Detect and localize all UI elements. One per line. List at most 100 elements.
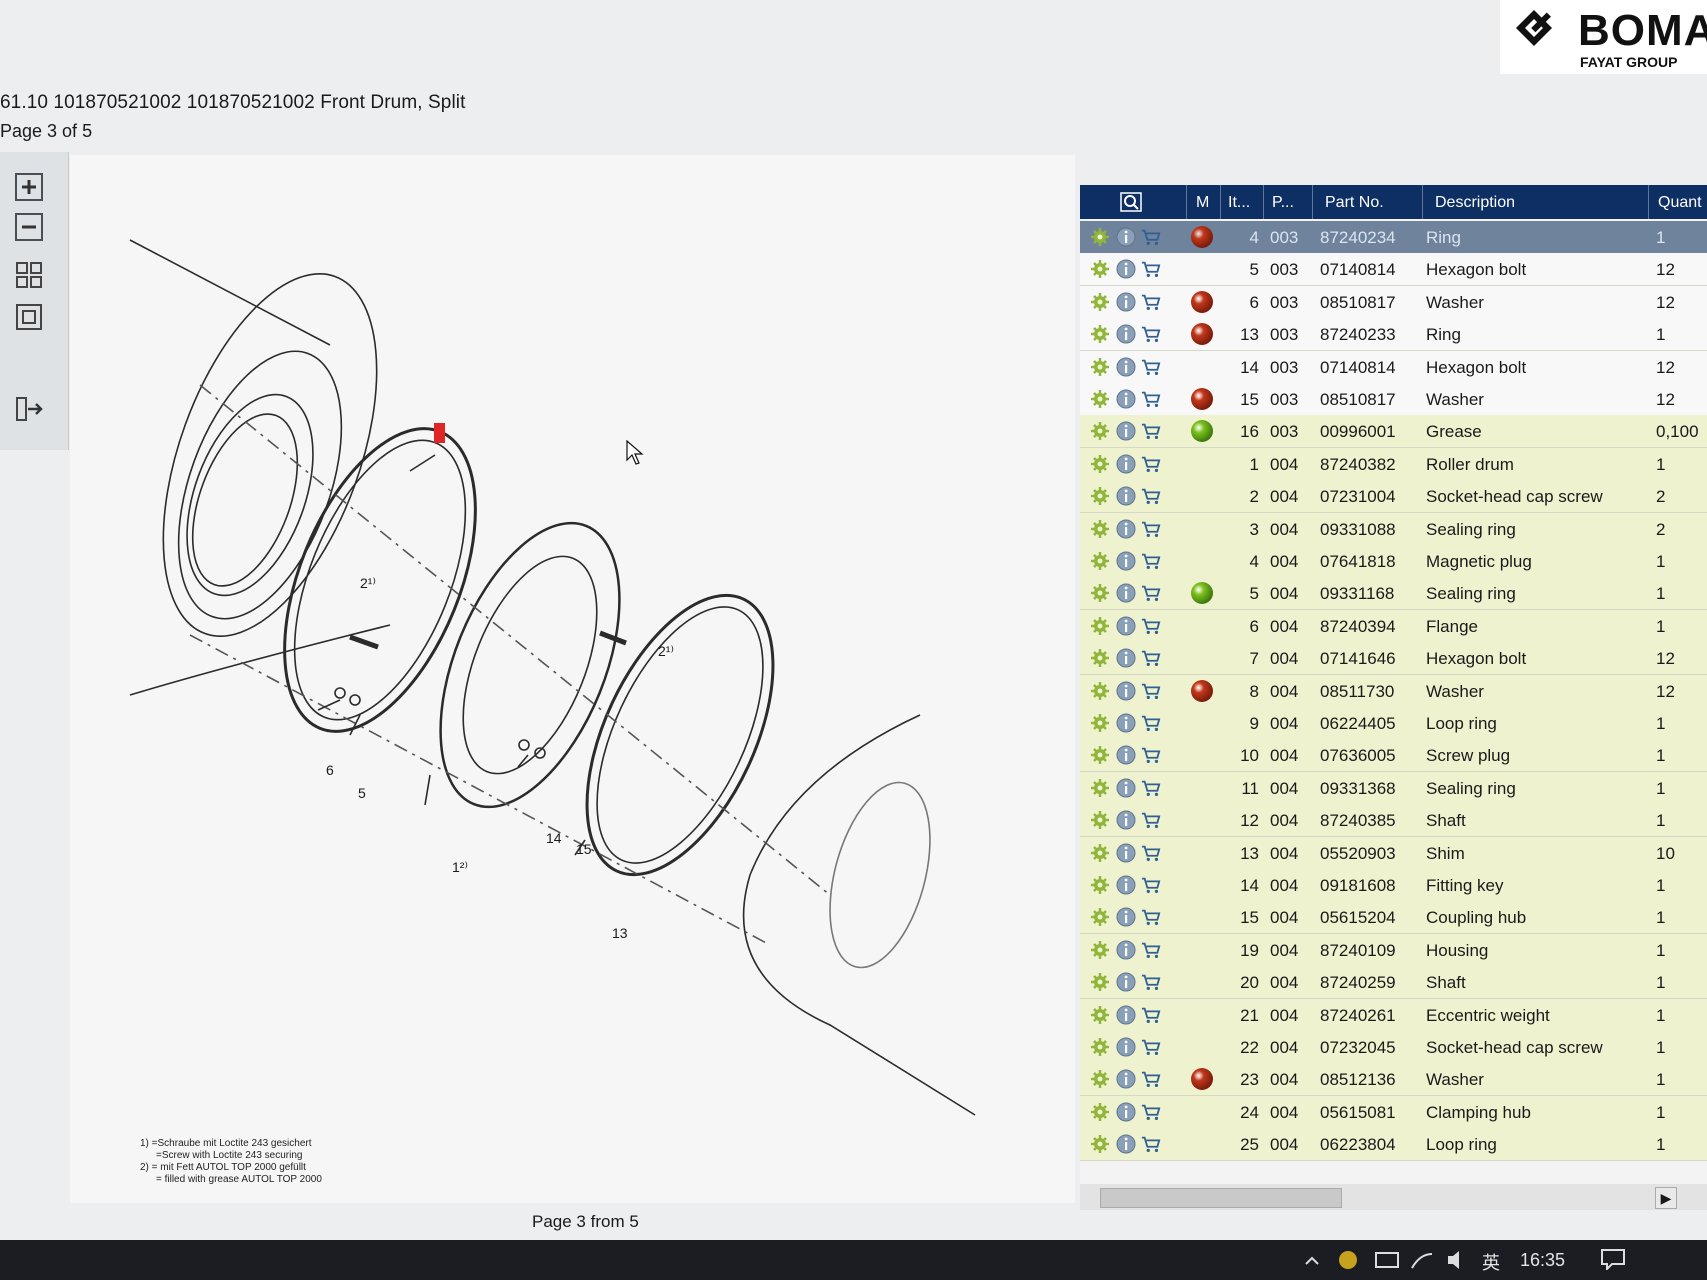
cart-icon[interactable]	[1141, 1102, 1161, 1122]
table-row[interactable]: 24 004 05615081 Clamping hub 1	[1080, 1095, 1707, 1129]
cart-icon[interactable]	[1141, 940, 1161, 960]
zoom-out-icon[interactable]	[14, 212, 44, 242]
gear-icon[interactable]	[1090, 1102, 1110, 1122]
gear-icon[interactable]	[1090, 616, 1110, 636]
cart-icon[interactable]	[1141, 648, 1161, 668]
gear-icon[interactable]	[1090, 1134, 1110, 1154]
cart-icon[interactable]	[1141, 875, 1161, 895]
search-icon[interactable]	[1120, 192, 1142, 212]
info-icon[interactable]	[1116, 778, 1136, 798]
table-row[interactable]: 14 003 07140814 Hexagon bolt 12	[1080, 350, 1707, 384]
gear-icon[interactable]	[1090, 389, 1110, 409]
table-row[interactable]: 19 004 87240109 Housing 1	[1080, 933, 1707, 967]
cart-icon[interactable]	[1141, 616, 1161, 636]
gear-icon[interactable]	[1090, 292, 1110, 312]
gear-icon[interactable]	[1090, 454, 1110, 474]
info-icon[interactable]	[1116, 843, 1136, 863]
cart-icon[interactable]	[1141, 843, 1161, 863]
table-row[interactable]: 2 004 07231004 Socket-head cap screw 2	[1080, 480, 1707, 514]
table-row[interactable]: 22 004 07232045 Socket-head cap screw 1	[1080, 1031, 1707, 1064]
table-row[interactable]: 3 004 09331088 Sealing ring 2	[1080, 512, 1707, 546]
gear-icon[interactable]	[1090, 259, 1110, 279]
info-icon[interactable]	[1116, 1069, 1136, 1089]
info-icon[interactable]	[1116, 1102, 1136, 1122]
info-icon[interactable]	[1116, 745, 1136, 765]
info-icon[interactable]	[1116, 713, 1136, 733]
cart-icon[interactable]	[1141, 745, 1161, 765]
cart-icon[interactable]	[1141, 1037, 1161, 1057]
exploded-drawing[interactable]: 2¹⁾ 2¹⁾ 6 5 1²⁾ 14 15 13	[70, 155, 1075, 1203]
cart-icon[interactable]	[1141, 389, 1161, 409]
gear-icon[interactable]	[1090, 486, 1110, 506]
info-icon[interactable]	[1116, 1005, 1136, 1025]
info-icon[interactable]	[1116, 940, 1136, 960]
table-row[interactable]: 20 004 87240259 Shaft 1	[1080, 966, 1707, 1000]
table-row[interactable]: 21 004 87240261 Eccentric weight 1	[1080, 998, 1707, 1032]
info-icon[interactable]	[1116, 810, 1136, 830]
info-icon[interactable]	[1116, 227, 1136, 247]
table-row[interactable]: 6 004 87240394 Flange 1	[1080, 609, 1707, 643]
gear-icon[interactable]	[1090, 357, 1110, 377]
part-marker-icon[interactable]	[434, 423, 445, 443]
cart-icon[interactable]	[1141, 583, 1161, 603]
table-row[interactable]: 14 004 09181608 Fitting key 1	[1080, 869, 1707, 902]
cart-icon[interactable]	[1141, 1005, 1161, 1025]
cart-icon[interactable]	[1141, 551, 1161, 571]
zoom-in-icon[interactable]	[14, 172, 44, 202]
info-icon[interactable]	[1116, 421, 1136, 441]
gear-icon[interactable]	[1090, 583, 1110, 603]
gear-icon[interactable]	[1090, 940, 1110, 960]
info-icon[interactable]	[1116, 616, 1136, 636]
gear-icon[interactable]	[1090, 810, 1110, 830]
cart-icon[interactable]	[1141, 519, 1161, 539]
info-icon[interactable]	[1116, 292, 1136, 312]
cart-icon[interactable]	[1141, 227, 1161, 247]
table-row[interactable]: 11 004 09331368 Sealing ring 1	[1080, 771, 1707, 805]
table-row[interactable]: 25 004 06223804 Loop ring 1	[1080, 1128, 1707, 1162]
cart-icon[interactable]	[1141, 421, 1161, 441]
gear-icon[interactable]	[1090, 972, 1110, 992]
info-icon[interactable]	[1116, 907, 1136, 927]
cart-icon[interactable]	[1141, 907, 1161, 927]
input-method-indicator[interactable]: 英	[1482, 1249, 1500, 1275]
gear-icon[interactable]	[1090, 713, 1110, 733]
fit-width-icon[interactable]	[14, 302, 44, 332]
cart-icon[interactable]	[1141, 454, 1161, 474]
column-header-quantity[interactable]: Quant	[1658, 194, 1702, 212]
table-row[interactable]: 12 004 87240385 Shaft 1	[1080, 804, 1707, 838]
cart-icon[interactable]	[1141, 713, 1161, 733]
cart-icon[interactable]	[1141, 357, 1161, 377]
info-icon[interactable]	[1116, 324, 1136, 344]
info-icon[interactable]	[1116, 681, 1136, 701]
table-row[interactable]: 5 003 07140814 Hexagon bolt 12	[1080, 253, 1707, 287]
cart-icon[interactable]	[1141, 324, 1161, 344]
gear-icon[interactable]	[1090, 648, 1110, 668]
gear-icon[interactable]	[1090, 1069, 1110, 1089]
table-row[interactable]: 6 003 08510817 Washer 12	[1080, 285, 1707, 319]
column-header-item[interactable]: It...	[1228, 194, 1250, 212]
info-icon[interactable]	[1116, 454, 1136, 474]
notification-icon[interactable]	[1600, 1248, 1626, 1270]
taskbar-clock[interactable]: 16:35	[1520, 1250, 1565, 1271]
gear-icon[interactable]	[1090, 551, 1110, 571]
table-row[interactable]: 16 003 00996001 Grease 0,100	[1080, 415, 1707, 449]
gear-icon[interactable]	[1090, 843, 1110, 863]
table-row[interactable]: 1 004 87240382 Roller drum 1	[1080, 447, 1707, 481]
table-row[interactable]: 4 004 07641818 Magnetic plug 1	[1080, 545, 1707, 578]
toggle-panel-icon[interactable]	[14, 394, 44, 424]
info-icon[interactable]	[1116, 972, 1136, 992]
info-icon[interactable]	[1116, 357, 1136, 377]
info-icon[interactable]	[1116, 1134, 1136, 1154]
info-icon[interactable]	[1116, 519, 1136, 539]
fit-page-icon[interactable]	[14, 260, 44, 290]
cart-icon[interactable]	[1141, 972, 1161, 992]
table-row[interactable]: 4 003 87240234 Ring 1	[1080, 221, 1707, 254]
gear-icon[interactable]	[1090, 875, 1110, 895]
scrollbar-thumb[interactable]	[1100, 1188, 1342, 1208]
info-icon[interactable]	[1116, 1037, 1136, 1057]
table-row[interactable]: 15 004 05615204 Coupling hub 1	[1080, 901, 1707, 935]
gear-icon[interactable]	[1090, 1037, 1110, 1057]
gear-icon[interactable]	[1090, 519, 1110, 539]
cart-icon[interactable]	[1141, 486, 1161, 506]
gear-icon[interactable]	[1090, 681, 1110, 701]
